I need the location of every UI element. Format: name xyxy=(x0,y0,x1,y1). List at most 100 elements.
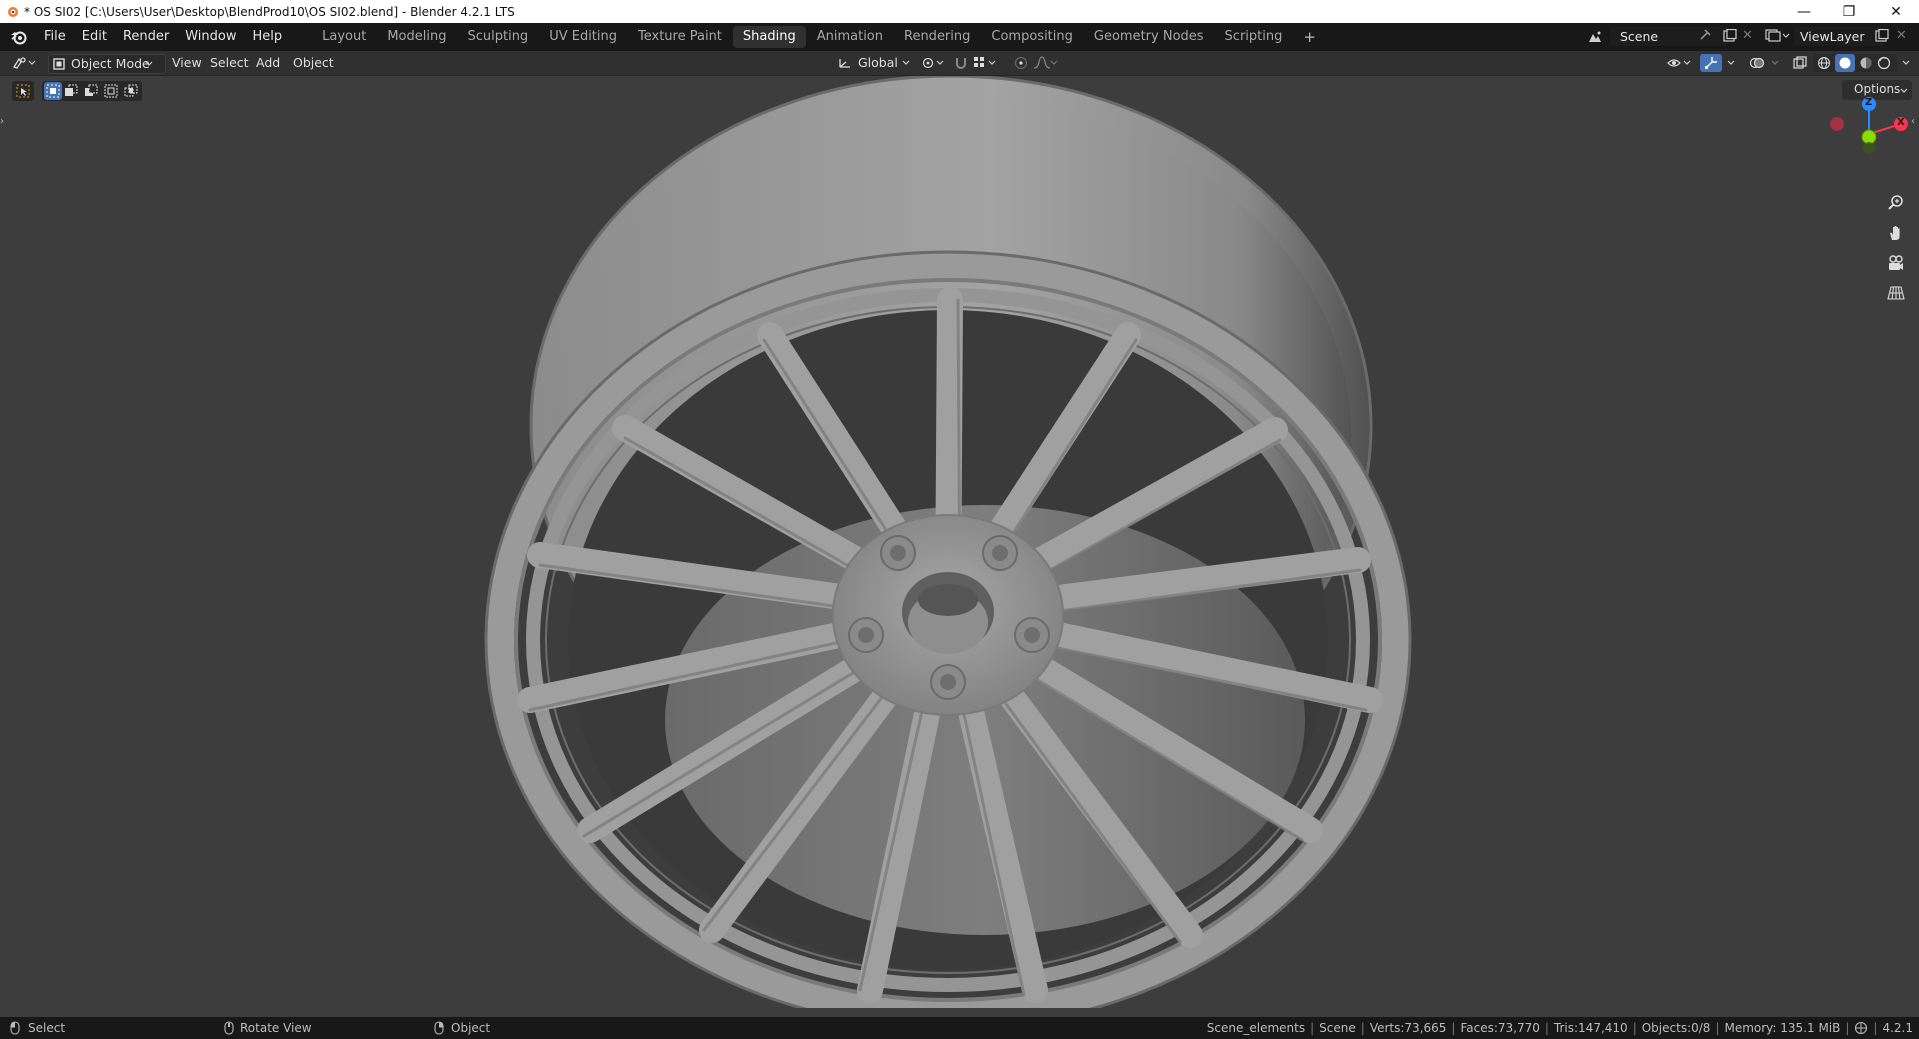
menu-select[interactable]: Select xyxy=(206,54,253,72)
shading-options-chevron-icon[interactable] xyxy=(1897,54,1915,72)
snap-grid-icon[interactable] xyxy=(972,54,1000,72)
shading-mode-group xyxy=(1813,54,1897,72)
delete-view-layer-icon[interactable]: ✕ xyxy=(1896,28,1907,43)
stat-faces: Faces:73,770 xyxy=(1460,1021,1540,1035)
view-layer-icon[interactable] xyxy=(1764,27,1790,46)
menu-view[interactable]: View xyxy=(168,54,206,72)
stat-collection: Scene_elements xyxy=(1206,1021,1306,1035)
tab-uv-editing[interactable]: UV Editing xyxy=(539,26,627,48)
select-mode-new-button[interactable] xyxy=(44,82,62,100)
tab-sculpting[interactable]: Sculpting xyxy=(457,26,538,48)
wheel-model[interactable] xyxy=(460,76,1420,1008)
gizmo-z-label: Z xyxy=(1865,97,1873,108)
scene-icon[interactable] xyxy=(1584,26,1606,48)
viewport-header: Object Mode View Select Add Object Globa… xyxy=(0,51,1919,76)
stat-verts: Verts:73,665 xyxy=(1369,1021,1447,1035)
network-icon xyxy=(1855,1021,1868,1035)
menu-help[interactable]: Help xyxy=(245,26,291,48)
tab-layout[interactable]: Layout xyxy=(312,26,376,48)
status-select: Select xyxy=(28,1021,66,1035)
scene-selector[interactable]: Scene xyxy=(1610,27,1728,46)
menu-edit[interactable]: Edit xyxy=(74,26,115,48)
stat-tris: Tris:147,410 xyxy=(1553,1021,1628,1035)
tab-geometry-nodes[interactable]: Geometry Nodes xyxy=(1084,26,1214,48)
new-view-layer-icon[interactable] xyxy=(1874,28,1890,46)
select-invert-icon[interactable] xyxy=(104,84,118,101)
editor-type-icon[interactable] xyxy=(10,54,40,72)
tab-animation[interactable]: Animation xyxy=(807,26,893,48)
stat-objects: Objects:0/8 xyxy=(1641,1021,1711,1035)
select-extend-icon[interactable] xyxy=(64,84,78,101)
menu-object[interactable]: Object xyxy=(289,54,338,72)
status-bar: Select Rotate View Object Scene_elements… xyxy=(0,1017,1919,1039)
scene-statistics: Scene_elements | Scene | Verts:73,665 | Fac… xyxy=(1206,1021,1913,1035)
transform-orientation-label: Global xyxy=(858,55,898,70)
select-intersect-icon[interactable] xyxy=(124,84,138,101)
stat-version: 4.2.1 xyxy=(1882,1021,1913,1035)
pan-view-button[interactable] xyxy=(1883,220,1909,246)
stat-scene: Scene xyxy=(1319,1021,1356,1035)
delete-scene-icon[interactable]: ✕ xyxy=(1742,28,1753,43)
gizmo-toggle-button[interactable] xyxy=(1700,54,1722,72)
snap-toggle-icon[interactable] xyxy=(952,54,970,72)
menu-window[interactable]: Window xyxy=(177,26,244,48)
camera-view-button[interactable] xyxy=(1883,250,1909,276)
tab-rendering[interactable]: Rendering xyxy=(894,26,980,48)
menu-add[interactable]: Add xyxy=(252,54,284,72)
xray-toggle-icon[interactable] xyxy=(1791,54,1809,72)
proportional-edit-icon[interactable] xyxy=(1012,54,1030,72)
perspective-grid-icon xyxy=(1887,286,1905,300)
mouse-left-icon xyxy=(10,1021,20,1035)
top-bar: File Edit Render Window Help Layout Mode… xyxy=(0,23,1919,51)
blender-app-icon xyxy=(5,5,19,19)
selection-mode-group xyxy=(42,81,142,101)
mode-dropdown[interactable]: Object Mode xyxy=(48,54,166,74)
pivot-point-icon[interactable] xyxy=(920,54,948,72)
chevron-down-icon xyxy=(902,60,910,65)
view-layer-selector[interactable]: ViewLayer xyxy=(1794,27,1884,46)
material-preview-icon[interactable] xyxy=(1859,56,1873,73)
tab-scripting[interactable]: Scripting xyxy=(1215,26,1293,48)
window-title: * OS SI02 [C:\Users\User\Desktop\BlendPr… xyxy=(24,4,515,19)
solid-shading-button[interactable] xyxy=(1835,54,1855,72)
tab-texture-paint[interactable]: Texture Paint xyxy=(628,26,732,48)
zoom-view-button[interactable] xyxy=(1883,190,1909,216)
menu-render[interactable]: Render xyxy=(115,26,177,48)
tab-modeling[interactable]: Modeling xyxy=(377,26,456,48)
blender-logo-icon[interactable] xyxy=(8,26,30,48)
pin-icon[interactable] xyxy=(1698,28,1712,45)
close-window-button[interactable]: ✕ xyxy=(1873,0,1919,23)
tab-compositing[interactable]: Compositing xyxy=(981,26,1083,48)
tab-shading[interactable]: Shading xyxy=(732,26,806,48)
falloff-curve-icon[interactable] xyxy=(1032,54,1060,72)
select-subtract-icon[interactable] xyxy=(84,84,98,101)
camera-icon xyxy=(1889,255,1903,270)
zoom-icon xyxy=(1888,195,1903,210)
toggle-perspective-button[interactable] xyxy=(1883,280,1909,306)
mouse-right-icon xyxy=(434,1021,444,1035)
restore-button[interactable]: ❐ xyxy=(1826,0,1872,23)
rendered-shading-icon[interactable] xyxy=(1877,56,1891,73)
menu-file[interactable]: File xyxy=(36,26,74,48)
selectability-visibility-icon[interactable] xyxy=(1666,54,1694,72)
tool-settings-button[interactable] xyxy=(12,81,34,101)
gizmo-x-label: X xyxy=(1897,117,1905,128)
scene-name[interactable]: Scene xyxy=(1620,29,1658,44)
minimize-button[interactable]: — xyxy=(1781,0,1827,23)
overlays-options-chevron-icon[interactable] xyxy=(1766,54,1784,72)
solid-shading-icon xyxy=(1839,57,1851,69)
gizmo-icon xyxy=(1704,57,1717,70)
toolbar-expand-chevron-icon[interactable]: › xyxy=(0,116,4,127)
view-layer-name[interactable]: ViewLayer xyxy=(1800,29,1865,44)
hand-icon xyxy=(1890,226,1900,240)
select-new-icon xyxy=(46,84,60,98)
object-mode-icon xyxy=(53,58,65,70)
wireframe-shading-icon[interactable] xyxy=(1817,56,1831,73)
add-workspace-button[interactable]: + xyxy=(1293,26,1326,48)
transform-orientation-dropdown[interactable]: Global xyxy=(836,54,920,72)
overlays-icon[interactable] xyxy=(1748,54,1766,72)
3d-viewport[interactable]: › ‹ Options Z X xyxy=(0,76,1919,1017)
gizmo-options-chevron-icon[interactable] xyxy=(1722,54,1740,72)
new-scene-icon[interactable] xyxy=(1722,28,1738,46)
chevron-down-icon xyxy=(145,61,153,66)
